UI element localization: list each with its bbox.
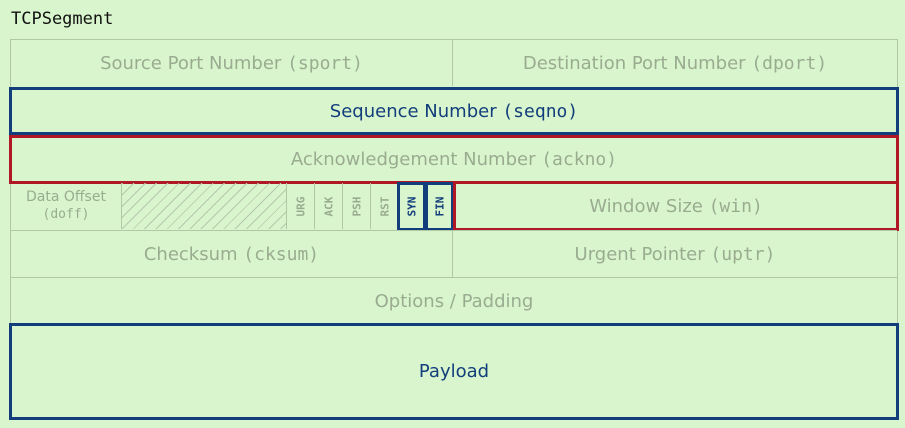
field-doff-label: Data Offset xyxy=(26,189,106,205)
field-cksum-label: Checksum xyxy=(143,243,238,265)
field-sport-code: (sport) xyxy=(287,52,363,74)
field-options-label: Options / Padding xyxy=(374,290,534,312)
field-dport-label: Destination Port Number xyxy=(522,52,746,74)
field-cksum: Checksum (cksum) xyxy=(11,231,452,277)
field-uptr-code: (uptr) xyxy=(710,243,776,265)
field-options: Options / Padding xyxy=(11,278,897,324)
flag-syn: SYN xyxy=(397,182,426,231)
field-seqno: Sequence Number (seqno) xyxy=(9,87,899,135)
field-dport: Destination Port Number (dport) xyxy=(453,40,897,86)
flag-psh: PSH xyxy=(343,183,371,229)
field-payload: Payload xyxy=(9,323,899,420)
flag-rst: RST xyxy=(378,196,391,216)
flag-fin: FIN xyxy=(425,182,454,231)
field-dport-code: (dport) xyxy=(751,52,828,74)
flag-ack: ACK xyxy=(315,183,343,229)
field-win-label: Window Size xyxy=(589,195,703,217)
field-payload-label: Payload xyxy=(418,361,490,382)
field-ackno-label: Acknowledgement Number xyxy=(290,149,536,170)
diagram-title: TCPSegment xyxy=(11,9,114,29)
field-ackno-code: (ackno) xyxy=(541,149,618,170)
field-ackno: Acknowledgement Number (ackno) xyxy=(9,135,899,184)
field-win: Window Size (win) xyxy=(453,181,899,231)
field-doff-code: (doff) xyxy=(42,207,90,222)
field-doff: Data Offset (doff) xyxy=(11,183,121,229)
field-seqno-label: Sequence Number xyxy=(329,100,497,122)
reserved-bits xyxy=(121,183,287,229)
field-win-code: (win) xyxy=(708,195,763,217)
flag-urg: URG xyxy=(287,183,315,229)
field-cksum-code: (cksum) xyxy=(243,243,320,265)
field-uptr: Urgent Pointer (uptr) xyxy=(453,231,897,277)
field-sport: Source Port Number (sport) xyxy=(11,40,452,86)
field-uptr-label: Urgent Pointer xyxy=(574,243,705,265)
field-sport-label: Source Port Number xyxy=(100,52,282,74)
field-seqno-code: (seqno) xyxy=(502,100,579,122)
